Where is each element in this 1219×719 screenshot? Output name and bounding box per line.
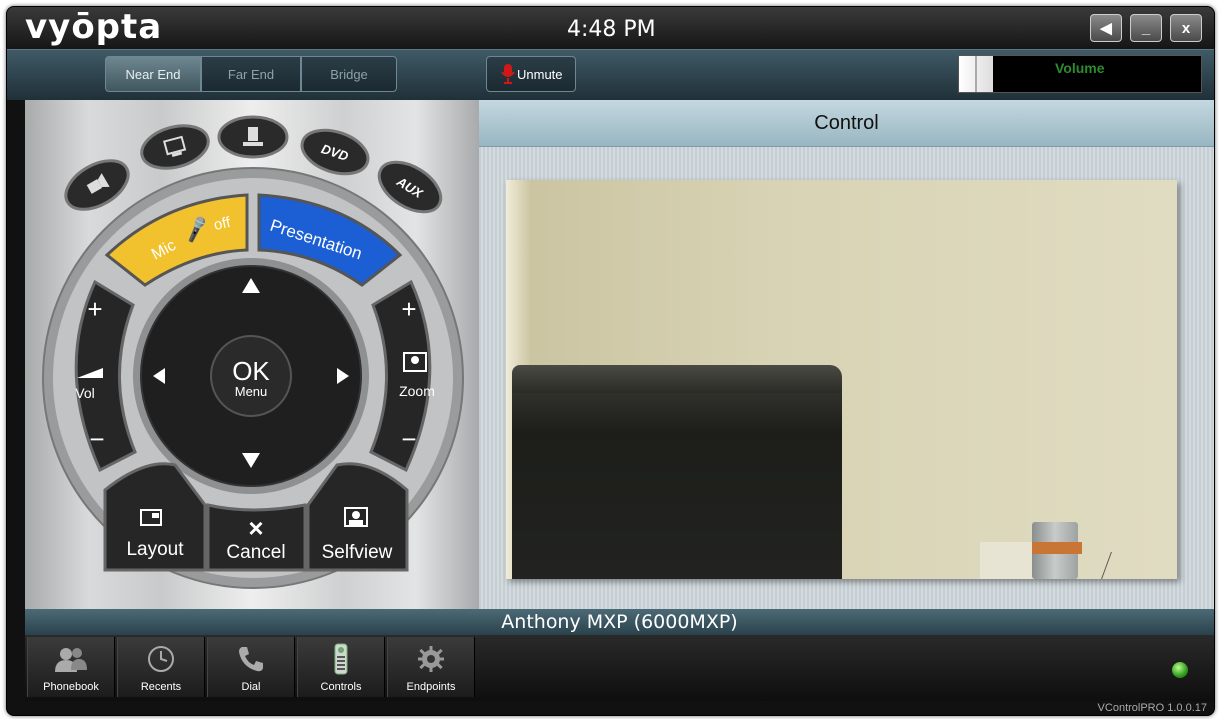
ok-menu-button[interactable]: OK Menu	[210, 335, 292, 417]
camera-preview[interactable]	[506, 180, 1177, 579]
unmute-label: Unmute	[517, 66, 563, 82]
title-bar: vyōpta 4:48 PM ◀ _ x	[7, 7, 1214, 49]
nav-controls[interactable]: Controls	[297, 637, 385, 697]
unmute-button[interactable]: Unmute	[486, 56, 576, 92]
phone-icon	[208, 643, 294, 675]
remote-icon	[298, 643, 384, 675]
nav-dial-label: Dial	[241, 681, 261, 693]
close-button[interactable]: x	[1170, 14, 1202, 42]
dvd-key[interactable]: DVD	[296, 122, 373, 181]
remote-control-panel: DVD AUX Mic 🎤 off Presentation + Vol − +…	[25, 100, 479, 609]
cancel-label: Cancel	[226, 542, 285, 563]
nav-recents[interactable]: Recents	[117, 637, 205, 697]
people-icon	[28, 643, 114, 675]
vol-label: Vol	[75, 385, 94, 401]
app-window: vyōpta 4:48 PM ◀ _ x Near End Far End Br…	[6, 6, 1215, 716]
endpoint-name: Anthony MXP (6000MXP)	[501, 611, 738, 633]
layout-label: Layout	[126, 539, 184, 560]
control-panel-title: Control	[479, 100, 1214, 147]
nav-phonebook-label: Phonebook	[43, 681, 99, 693]
menu-label: Menu	[235, 384, 268, 399]
volume-label: Volume	[1055, 60, 1105, 76]
selfview-label: Selfview	[322, 542, 393, 563]
ok-label: OK	[232, 356, 270, 386]
gear-icon	[388, 643, 474, 675]
volume-meter[interactable]: Volume	[958, 55, 1202, 93]
document-camera-key[interactable]	[217, 115, 289, 159]
control-panel: Control	[479, 100, 1214, 609]
nav-phonebook[interactable]: Phonebook	[27, 637, 115, 697]
bottom-nav: Phonebook Recents Dial Controls Endpoint…	[25, 635, 1214, 701]
clock: 4:48 PM	[567, 17, 656, 42]
tab-bridge[interactable]: Bridge	[301, 56, 397, 92]
zoom-out-label: −	[401, 424, 416, 454]
preview-couch	[512, 370, 842, 579]
back-button[interactable]: ◀	[1090, 14, 1122, 42]
close-x-icon: ×	[248, 513, 263, 543]
tab-far-end[interactable]: Far End	[201, 56, 301, 92]
cancel-button[interactable]: × Cancel	[206, 503, 307, 572]
nav-dial[interactable]: Dial	[207, 637, 295, 697]
vyopta-logo: vyōpta	[25, 7, 163, 47]
endpoint-status-bar: Anthony MXP (6000MXP)	[25, 609, 1214, 635]
clock-icon	[118, 643, 204, 675]
camera-key[interactable]	[58, 151, 137, 220]
nav-endpoints-label: Endpoints	[406, 681, 456, 693]
volume-level-divider	[975, 56, 977, 92]
volume-up-label: +	[87, 294, 102, 324]
minimize-button[interactable]: _	[1130, 14, 1162, 42]
nav-controls-label: Controls	[320, 681, 362, 693]
zoom-label: Zoom	[399, 383, 435, 399]
pc-key[interactable]	[137, 119, 213, 175]
microphone-muted-icon	[501, 63, 515, 85]
nav-recents-label: Recents	[140, 681, 182, 693]
connection-status-indicator	[1172, 662, 1188, 678]
zoom-in-label: +	[401, 294, 416, 324]
version-label: VControlPRO 1.0.0.17	[1097, 702, 1207, 714]
tab-near-end[interactable]: Near End	[105, 56, 201, 92]
nav-endpoints[interactable]: Endpoints	[387, 637, 475, 697]
toolbar: Near End Far End Bridge Unmute Volume	[7, 49, 1214, 100]
document-camera-icon	[248, 127, 258, 141]
volume-down-label: −	[89, 424, 104, 454]
